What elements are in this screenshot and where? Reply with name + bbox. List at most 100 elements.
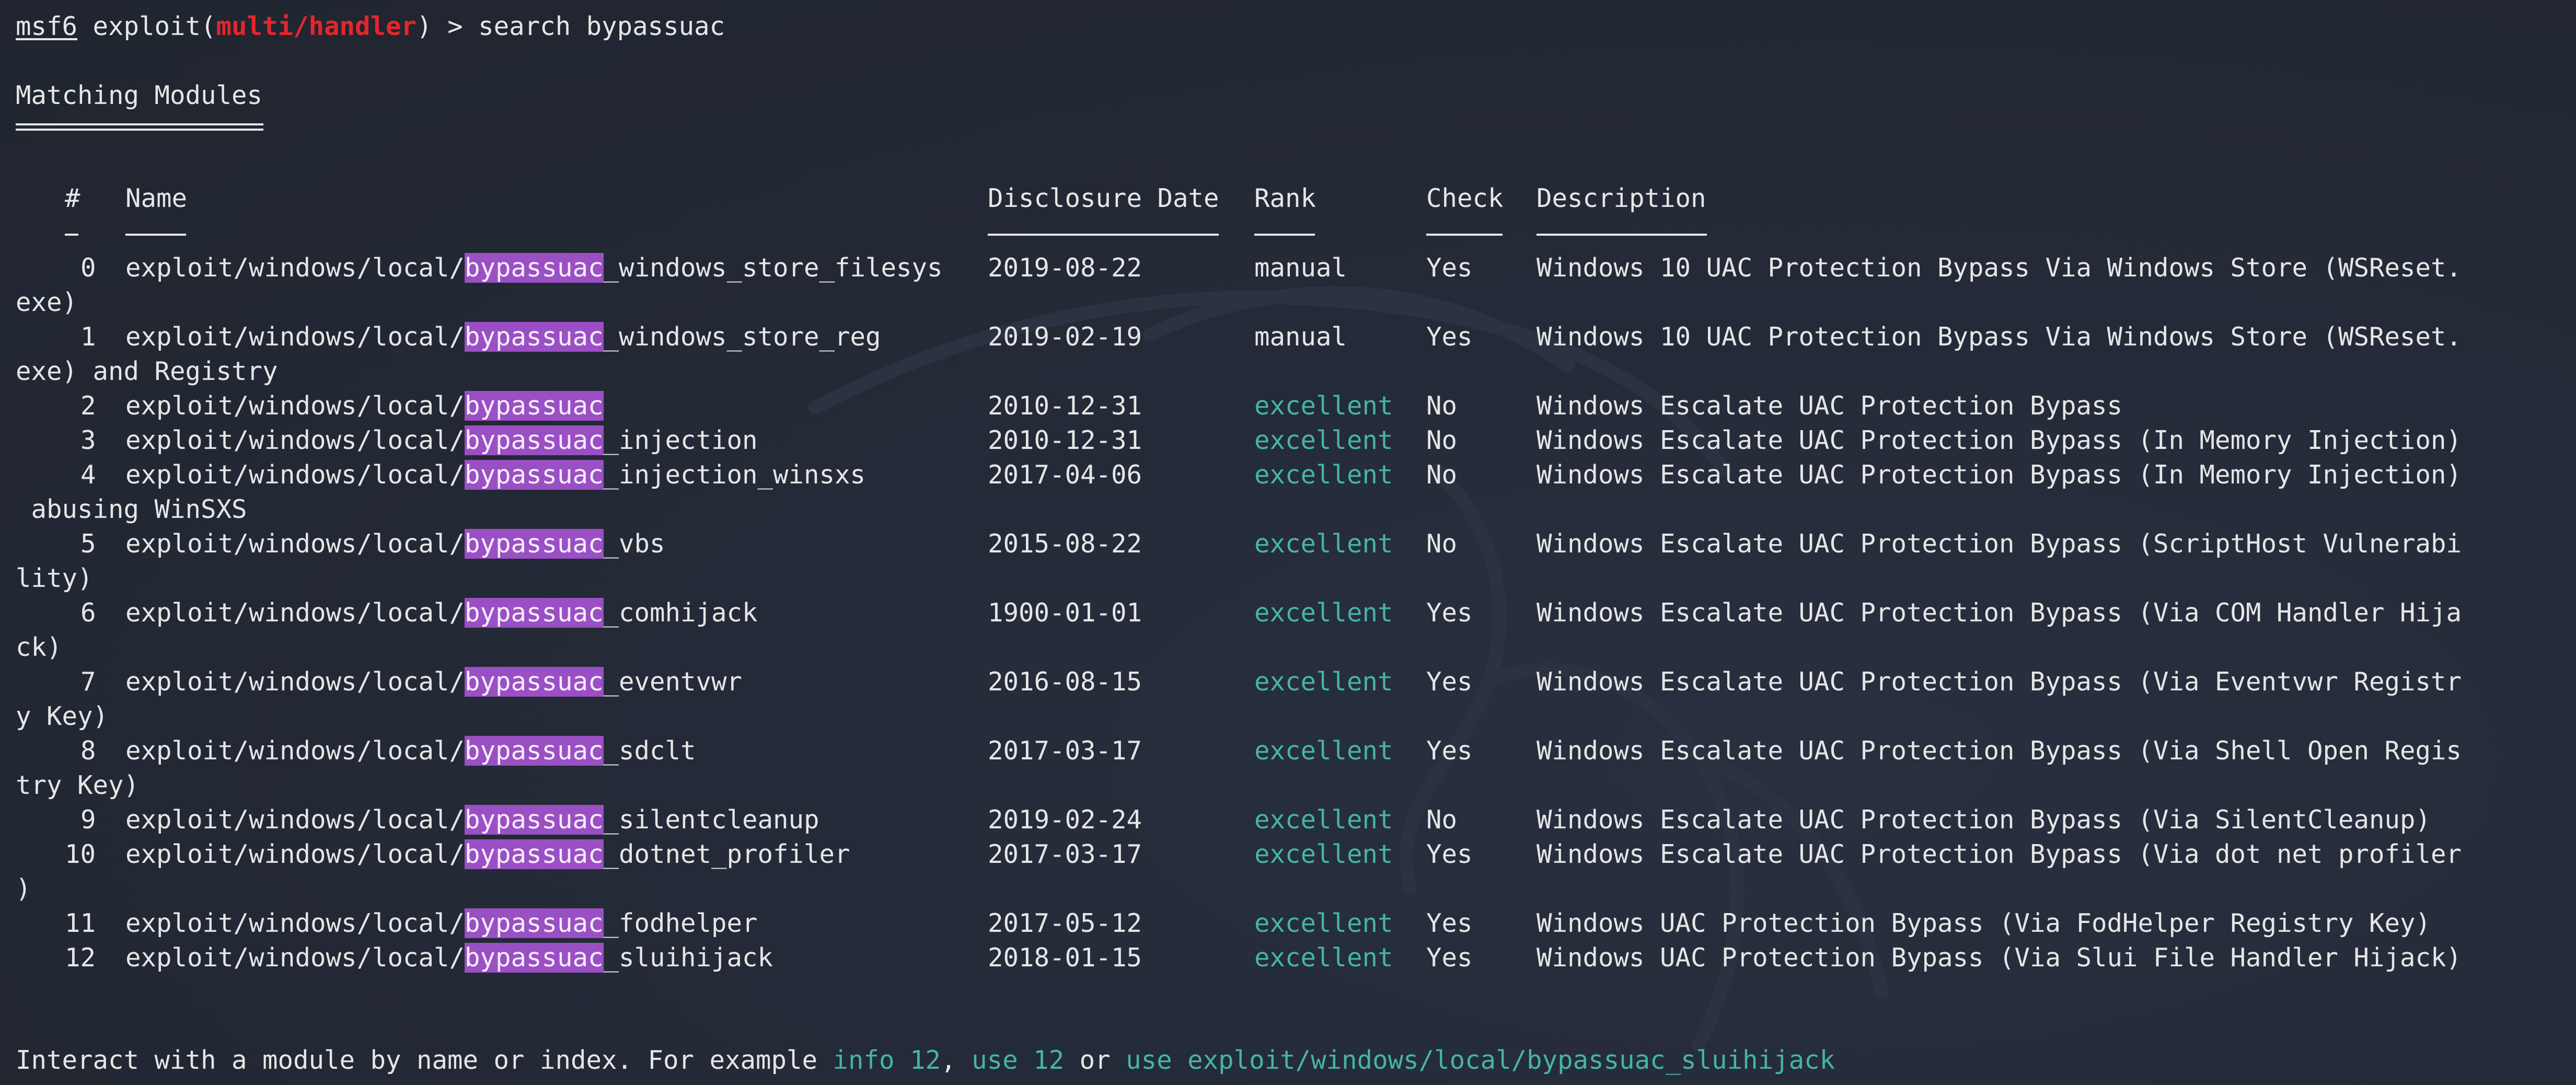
row-rank: excellent [1254,736,1393,766]
row-name[interactable]: exploit/windows/local/bypassuac_sluihija… [125,941,773,975]
row-num: 12 [65,943,96,973]
row-description: Windows UAC Protection Bypass (Via Slui … [1537,943,2462,973]
row-rank: excellent [1254,908,1393,938]
col-date: Disclosure Date [988,183,1219,213]
prompt-module: multi/handler [216,11,417,41]
row-name[interactable]: exploit/windows/local/bypassuac_windows_… [125,320,881,354]
footer-link-use-name[interactable]: use exploit/windows/local/bypassuac_slui… [1126,1045,1835,1075]
row-description: Windows Escalate UAC Protection Bypass (… [1537,839,2462,869]
row-name[interactable]: exploit/windows/local/bypassuac_silentcl… [125,803,819,837]
row-date: 2017-05-12 [988,908,1142,938]
row-check: No [1426,391,1458,421]
row-name-suffix: _dotnet_profiler [603,839,850,869]
row-num: 6 [80,598,96,628]
title-underline [16,123,263,131]
row-num: 10 [65,839,96,869]
section-title: Matching Modules [16,80,263,110]
table-header: # Name Disclosure Date Rank Check Descri… [16,181,2571,216]
row-description-wrap: exe) and Registry [16,356,278,386]
table-row[interactable]: 6 exploit/windows/local/bypassuac_comhija… [16,596,2571,630]
command-text[interactable]: search bypassuac [478,11,725,41]
col-rank-underline [1254,234,1315,236]
row-description-wrap: try Key) [16,770,140,800]
row-date: 2010-12-31 [988,391,1142,421]
row-description-wrap: abusing WinSXS [16,494,247,524]
col-num-underline [65,234,78,236]
row-name[interactable]: exploit/windows/local/bypassuac_dotnet_p… [125,837,850,872]
row-num: 1 [80,322,96,352]
table-row[interactable]: 3 exploit/windows/local/bypassuac_injecti… [16,423,2571,458]
row-date: 2010-12-31 [988,425,1142,455]
prompt-arrow: > [447,11,463,41]
row-date: 2017-03-17 [988,736,1142,766]
terminal-window[interactable]: msf6 exploit(multi/handler) > search byp… [0,0,2576,1085]
col-check-underline [1426,234,1503,236]
row-num: 9 [80,805,96,835]
table-row[interactable]: 2 exploit/windows/local/bypassuac 2010-12-… [16,389,2571,423]
row-name[interactable]: exploit/windows/local/bypassuac_comhijac… [125,596,758,630]
search-highlight: bypassuac [465,839,604,869]
search-highlight: bypassuac [465,598,604,628]
search-highlight: bypassuac [465,667,604,697]
row-name-prefix: exploit/windows/local/ [125,322,465,352]
row-num: 2 [80,391,96,421]
table-row[interactable]: 8 exploit/windows/local/bypassuac_sdclt 20… [16,734,2571,768]
footer-link-use-index[interactable]: use 12 [972,1045,1064,1075]
row-name[interactable]: exploit/windows/local/bypassuac [125,389,604,423]
row-name-prefix: exploit/windows/local/ [125,391,465,421]
table-row[interactable]: 10 exploit/windows/local/bypassuac_dotnet… [16,837,2571,872]
row-rank: excellent [1254,839,1393,869]
row-description: Windows Escalate UAC Protection Bypass (… [1537,805,2431,835]
row-check: Yes [1426,908,1473,938]
row-check: Yes [1426,736,1473,766]
table-row[interactable]: 9 exploit/windows/local/bypassuac_silentc… [16,803,2571,837]
search-highlight: bypassuac [465,529,604,559]
table-row[interactable]: 0 exploit/windows/local/bypassuac_windows… [16,251,2571,285]
col-check: Check [1426,183,1504,213]
row-name-suffix: _comhijack [603,598,758,628]
row-name-prefix: exploit/windows/local/ [125,908,465,938]
row-check: Yes [1426,943,1473,973]
row-check: Yes [1426,839,1473,869]
row-description: Windows Escalate UAC Protection Bypass (… [1537,529,2462,559]
row-date: 2019-02-19 [988,322,1142,352]
row-num: 8 [80,736,96,766]
search-highlight: bypassuac [465,460,604,490]
row-check: Yes [1426,253,1473,283]
row-name-prefix: exploit/windows/local/ [125,667,465,697]
table-row[interactable]: 11 exploit/windows/local/bypassuac_fodhel… [16,906,2571,941]
table-row[interactable]: 1 exploit/windows/local/bypassuac_windows… [16,320,2571,354]
row-name[interactable]: exploit/windows/local/bypassuac_injectio… [125,423,758,458]
prompt-prefix: exploit( [93,11,216,41]
row-rank: excellent [1254,391,1393,421]
row-name-suffix: _injection_winsxs [603,460,866,490]
row-name[interactable]: exploit/windows/local/bypassuac_windows_… [125,251,943,285]
row-name[interactable]: exploit/windows/local/bypassuac_fodhelpe… [125,906,758,941]
col-name: Name [125,183,188,213]
row-description: Windows Escalate UAC Protection Bypass (… [1537,667,2462,697]
row-description-wrap: ck) [16,632,62,662]
row-check: No [1426,460,1458,490]
row-num: 11 [65,908,96,938]
row-date: 2015-08-22 [988,529,1142,559]
row-num: 5 [80,529,96,559]
row-name[interactable]: exploit/windows/local/bypassuac_injectio… [125,458,865,492]
table-row[interactable]: 7 exploit/windows/local/bypassuac_eventvw… [16,665,2571,699]
row-name-prefix: exploit/windows/local/ [125,805,465,835]
table-row[interactable]: 12 exploit/windows/local/bypassuac_sluihi… [16,941,2571,975]
search-highlight: bypassuac [465,391,604,421]
row-name-prefix: exploit/windows/local/ [125,529,465,559]
table-row[interactable]: 5 exploit/windows/local/bypassuac_vbs 2015… [16,527,2571,561]
row-name[interactable]: exploit/windows/local/bypassuac_vbs [125,527,665,561]
row-rank: excellent [1254,805,1393,835]
row-name[interactable]: exploit/windows/local/bypassuac_sdclt [125,734,696,768]
row-name-suffix: _vbs [603,529,665,559]
footer-text-1: Interact with a module by name or index.… [16,1045,833,1075]
footer-link-info[interactable]: info 12 [833,1045,941,1075]
table-row[interactable]: 4 exploit/windows/local/bypassuac_injecti… [16,458,2571,492]
row-check: Yes [1426,667,1473,697]
row-rank: excellent [1254,598,1393,628]
row-name[interactable]: exploit/windows/local/bypassuac_eventvwr [125,665,742,699]
prompt-line: msf6 exploit(multi/handler) > search byp… [16,9,2571,44]
row-name-suffix: _injection [603,425,758,455]
